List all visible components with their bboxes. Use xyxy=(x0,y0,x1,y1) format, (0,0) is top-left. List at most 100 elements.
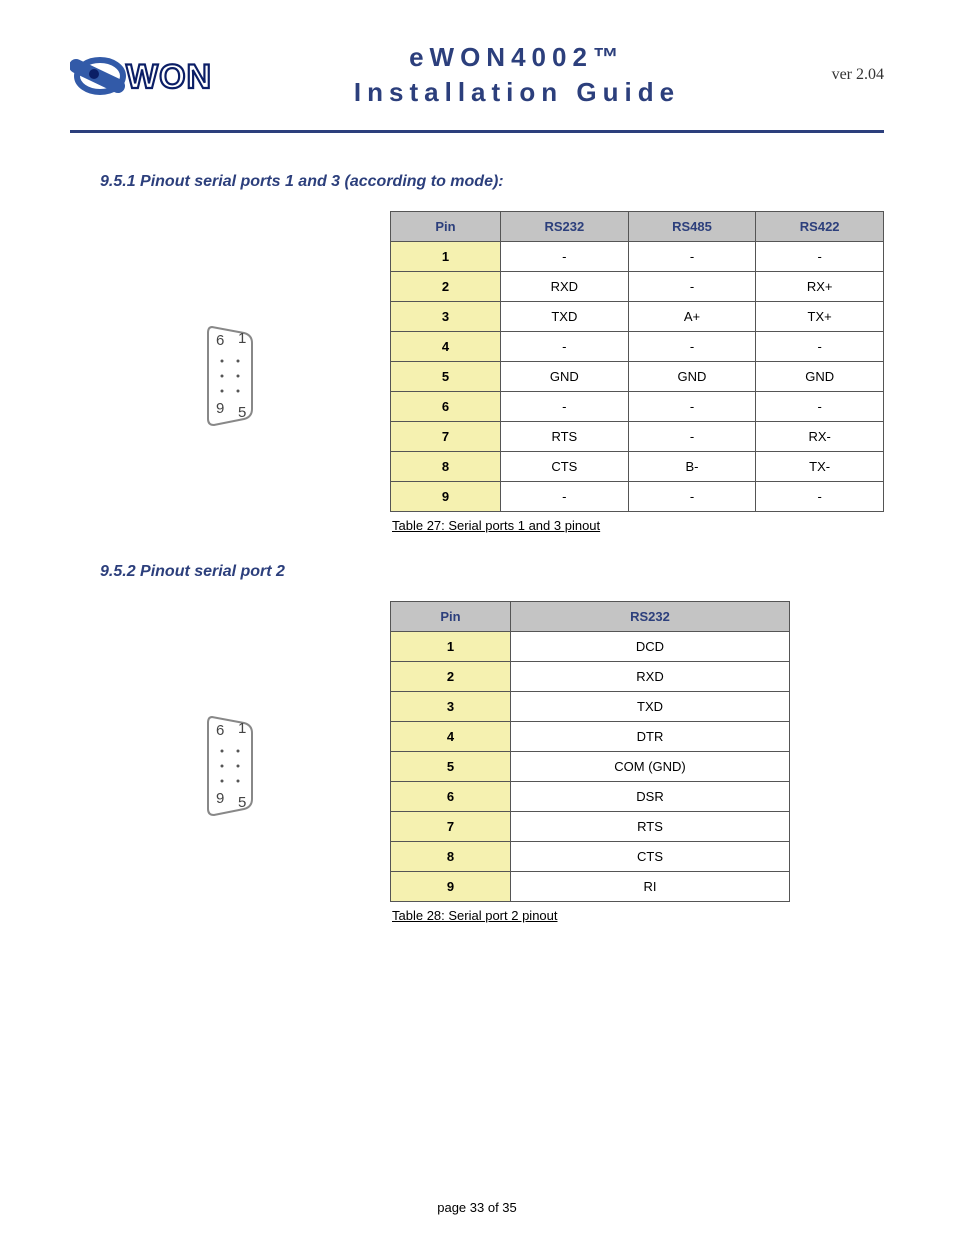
pin-number-cell: 5 xyxy=(391,362,501,392)
pin-number-cell: 7 xyxy=(391,812,511,842)
pin-number-cell: 9 xyxy=(391,872,511,902)
table-row: 1--- xyxy=(391,242,884,272)
signal-cell: RX+ xyxy=(756,272,884,302)
table-header: Pin xyxy=(391,212,501,242)
signal-cell: RXD xyxy=(511,662,790,692)
signal-cell: GND xyxy=(628,362,756,392)
pin-number-cell: 3 xyxy=(391,692,511,722)
pin-number-cell: 8 xyxy=(391,452,501,482)
doc-version: ver 2.04 xyxy=(764,66,884,84)
pin-number-cell: 8 xyxy=(391,842,511,872)
table1-caption: Table 27: Serial ports 1 and 3 pinout xyxy=(392,518,884,533)
signal-cell: - xyxy=(756,482,884,512)
pin-number-cell: 1 xyxy=(391,632,511,662)
table-header: RS485 xyxy=(628,212,756,242)
signal-cell: - xyxy=(501,242,629,272)
table-row: 4DTR xyxy=(391,722,790,752)
ewon-logo: WON xyxy=(70,48,270,103)
table-header: RS232 xyxy=(501,212,629,242)
table-header: Pin xyxy=(391,602,511,632)
conn-label-6: 6 xyxy=(216,332,224,349)
signal-cell: - xyxy=(501,482,629,512)
doc-title: eWON4002™ Installation Guide xyxy=(270,40,764,110)
db9-connector-icon: 6 1 9 5 xyxy=(202,321,258,431)
signal-cell: B- xyxy=(628,452,756,482)
signal-cell: RTS xyxy=(501,422,629,452)
conn-label-5: 5 xyxy=(238,794,246,811)
signal-cell: - xyxy=(628,482,756,512)
pin-number-cell: 6 xyxy=(391,392,501,422)
doc-title-line1: eWON4002™ xyxy=(270,40,764,75)
connector-diagram-1: 6 1 9 5 xyxy=(100,211,360,431)
signal-cell: GND xyxy=(756,362,884,392)
signal-cell: - xyxy=(501,392,629,422)
table-row: 6--- xyxy=(391,392,884,422)
conn-label-9: 9 xyxy=(216,400,224,417)
signal-cell: DCD xyxy=(511,632,790,662)
table2-wrapper: PinRS2321DCD2RXD3TXD4DTR5COM (GND)6DSR7R… xyxy=(390,601,790,923)
page-header: WON eWON4002™ Installation Guide ver 2.0… xyxy=(70,30,884,133)
table1-wrapper: PinRS232RS485RS4221---2RXD-RX+3TXDA+TX+4… xyxy=(390,211,884,533)
signal-cell: - xyxy=(501,332,629,362)
conn-label-9: 9 xyxy=(216,790,224,807)
signal-cell: CTS xyxy=(511,842,790,872)
signal-cell: - xyxy=(628,392,756,422)
section-heading-952: 9.5.2 Pinout serial port 2 xyxy=(100,563,884,581)
table-row: 7RTS xyxy=(391,812,790,842)
pin-number-cell: 6 xyxy=(391,782,511,812)
connector-diagram-2: 6 1 9 5 xyxy=(100,601,360,821)
page: WON eWON4002™ Installation Guide ver 2.0… xyxy=(0,0,954,1235)
pin-number-cell: 5 xyxy=(391,752,511,782)
db9-connector-icon: 6 1 9 5 xyxy=(202,711,258,821)
section1-content: 6 1 9 5 PinRS232RS485RS4221---2RXD-RX+3T… xyxy=(100,211,884,533)
signal-cell: RI xyxy=(511,872,790,902)
section2-content: 6 1 9 5 PinRS2321DCD2RXD3TXD4DTR5COM (GN… xyxy=(100,601,884,923)
pin-number-cell: 1 xyxy=(391,242,501,272)
signal-cell: RX- xyxy=(756,422,884,452)
signal-cell: CTS xyxy=(501,452,629,482)
pin-number-cell: 9 xyxy=(391,482,501,512)
table2-caption: Table 28: Serial port 2 pinout xyxy=(392,908,790,923)
signal-cell: - xyxy=(756,242,884,272)
pin-number-cell: 4 xyxy=(391,722,511,752)
pinout-table-1-3: PinRS232RS485RS4221---2RXD-RX+3TXDA+TX+4… xyxy=(390,211,884,512)
section-heading-951: 9.5.1 Pinout serial ports 1 and 3 (accor… xyxy=(100,173,884,191)
signal-cell: TX+ xyxy=(756,302,884,332)
signal-cell: TX- xyxy=(756,452,884,482)
signal-cell: GND xyxy=(501,362,629,392)
table-row: 8CTSB-TX- xyxy=(391,452,884,482)
table-row: 5COM (GND) xyxy=(391,752,790,782)
conn-label-6: 6 xyxy=(216,722,224,739)
doc-title-line2: Installation Guide xyxy=(270,75,764,110)
pin-number-cell: 3 xyxy=(391,302,501,332)
table-header: RS422 xyxy=(756,212,884,242)
signal-cell: - xyxy=(628,272,756,302)
signal-cell: - xyxy=(628,332,756,362)
pin-number-cell: 2 xyxy=(391,662,511,692)
signal-cell: - xyxy=(756,332,884,362)
table-row: 7RTS-RX- xyxy=(391,422,884,452)
signal-cell: COM (GND) xyxy=(511,752,790,782)
signal-cell: RXD xyxy=(501,272,629,302)
conn-label-5: 5 xyxy=(238,404,246,421)
signal-cell: RTS xyxy=(511,812,790,842)
signal-cell: DSR xyxy=(511,782,790,812)
pin-number-cell: 7 xyxy=(391,422,501,452)
table-row: 2RXD xyxy=(391,662,790,692)
conn-label-1: 1 xyxy=(238,330,246,347)
signal-cell: - xyxy=(628,422,756,452)
table-row: 3TXDA+TX+ xyxy=(391,302,884,332)
table-row: 6DSR xyxy=(391,782,790,812)
table-row: 2RXD-RX+ xyxy=(391,272,884,302)
signal-cell: TXD xyxy=(501,302,629,332)
table-row: 4--- xyxy=(391,332,884,362)
table-row: 9RI xyxy=(391,872,790,902)
table-row: 8CTS xyxy=(391,842,790,872)
table-row: 5GNDGNDGND xyxy=(391,362,884,392)
ewon-logo-icon: WON xyxy=(70,48,270,98)
pin-number-cell: 2 xyxy=(391,272,501,302)
table-row: 1DCD xyxy=(391,632,790,662)
pinout-table-2: PinRS2321DCD2RXD3TXD4DTR5COM (GND)6DSR7R… xyxy=(390,601,790,902)
signal-cell: DTR xyxy=(511,722,790,752)
pin-number-cell: 4 xyxy=(391,332,501,362)
